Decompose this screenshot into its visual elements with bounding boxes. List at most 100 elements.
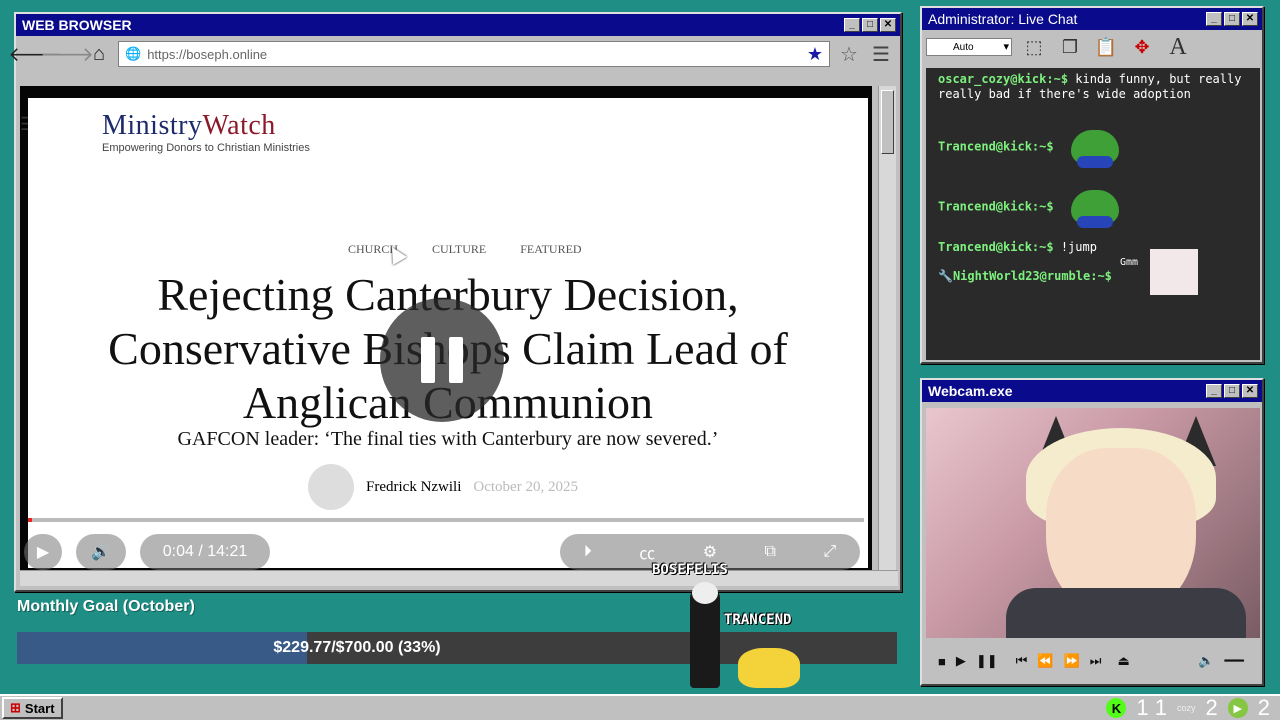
start-label: Start — [24, 700, 55, 716]
chat-message: oscar_cozy@kick:~$ kinda funny, but real… — [938, 72, 1248, 102]
media-controls: ■ ▶ ❚❚ ⏮ ⏪ ⏩ ⏭ ⏏ 🔈 ━━╸ — [926, 646, 1260, 676]
webcam-feed — [926, 408, 1260, 638]
author-name[interactable]: Fredrick Nzwili — [366, 479, 461, 496]
article-subheadline: GAFCON leader: ‘The final ties with Cant… — [177, 428, 719, 450]
maximize-button[interactable]: □ — [1224, 384, 1240, 398]
pepe-emote-icon — [1070, 190, 1119, 228]
eject-icon[interactable]: ⏏ — [1117, 653, 1129, 669]
pikachu-sprite — [738, 648, 800, 688]
scroll-thumb[interactable] — [881, 90, 894, 154]
font-select[interactable]: Auto — [926, 38, 1012, 56]
close-button[interactable]: ✕ — [1242, 384, 1258, 398]
category-featured[interactable]: FEATURED — [520, 242, 581, 257]
stop-icon[interactable]: ■ — [938, 654, 946, 669]
windows-logo-icon: ⊞ — [10, 700, 21, 715]
globe-icon: 🌐 — [125, 46, 142, 61]
article-date: October 20, 2025 — [473, 478, 578, 495]
chat-message: Trancend@kick:~$ — [938, 190, 1248, 228]
other-viewer-count: 2 — [1205, 695, 1218, 720]
start-button[interactable]: ⊞ Start — [2, 697, 63, 719]
chat-text: !jump — [1060, 240, 1097, 254]
home-icon[interactable]: ⌂ — [86, 41, 112, 67]
pepe-emote-icon — [1070, 130, 1119, 168]
video-time: 0:04 / 14:21 — [140, 534, 270, 570]
vertical-scrollbar[interactable] — [878, 86, 896, 570]
chat-message: Trancend@kick:~$ !jump — [938, 240, 1248, 255]
cat-emote-icon — [1150, 249, 1198, 295]
author-avatar — [308, 464, 354, 510]
video-frame[interactable]: MinistryWatch Empowering Donors to Chris… — [28, 98, 868, 568]
address-bar[interactable]: 🌐 https://boseph.online ★ — [118, 41, 830, 67]
site-logo[interactable]: MinistryWatch Empowering Donors to Chris… — [102, 110, 310, 154]
volume-slider[interactable]: ━━╸ — [1225, 653, 1248, 669]
skip-back-icon[interactable]: ⏮ — [1016, 653, 1028, 669]
category-culture[interactable]: CULTURE — [432, 242, 486, 257]
kick-viewer-count: 1 1 — [1136, 695, 1167, 720]
play-icon[interactable]: ▶ — [24, 534, 62, 570]
volume-icon[interactable]: 🔈 — [1198, 653, 1214, 669]
chat-username: Trancend@kick:~$ — [938, 139, 1054, 154]
taskbar: ⊞ Start K 1 1 cozy 2 ▶ 2 — [0, 694, 1280, 720]
url-text: https://boseph.online — [147, 46, 268, 62]
menu-icon[interactable]: ☰ — [868, 41, 894, 67]
settings-gear-icon[interactable]: ⚙ — [703, 542, 717, 562]
player-label-trancend: TRANCEND — [724, 612, 792, 628]
bookmark-star-icon[interactable]: ★ — [807, 44, 823, 65]
close-button[interactable]: ✕ — [880, 18, 896, 32]
font-icon[interactable]: A — [1164, 33, 1192, 61]
category-tags: CHURCH CULTURE FEATURED — [348, 242, 582, 257]
chat-message: 🔧NightWorld23@rumble:~$ Gmm — [938, 249, 1248, 295]
video-progress-fill — [28, 518, 33, 522]
webcam-titlebar[interactable]: Webcam.exe _ □ ✕ — [922, 380, 1262, 402]
browser-titlebar[interactable]: WEB BROWSER _ □ ✕ — [16, 14, 900, 36]
browser-title: WEB BROWSER — [22, 17, 132, 33]
browser-toolbar: 🡐 🡒 ⌂ 🌐 https://boseph.online ★ ☆ ☰ — [8, 36, 900, 72]
system-tray: K 1 1 cozy 2 ▶ 2 — [1106, 695, 1280, 720]
chat-username: NightWorld23@rumble:~$ — [952, 269, 1112, 283]
favorites-icon[interactable]: ☆ — [836, 41, 862, 67]
fullscreen-icon[interactable]: ⤢ — [823, 543, 836, 561]
fast-forward-icon[interactable]: ⏩ — [1064, 653, 1080, 669]
select-icon[interactable]: ⬚ — [1020, 33, 1048, 61]
volume-icon[interactable]: 🔊 — [76, 534, 126, 570]
maximize-button[interactable]: □ — [1224, 12, 1240, 26]
chat-username: oscar_cozy@kick:~$ — [938, 72, 1069, 86]
player-label-bosefelis: BOSEFELIS — [652, 562, 728, 578]
close-button[interactable]: ✕ — [1242, 12, 1258, 26]
forward-icon[interactable]: 🡒 — [40, 41, 94, 67]
chat-message: Trancend@kick:~$ — [938, 130, 1248, 168]
chat-username: Trancend@kick:~$ — [938, 240, 1054, 254]
pause-icon[interactable]: ❚❚ — [976, 653, 998, 669]
site-tagline: Empowering Donors to Christian Ministrie… — [102, 142, 310, 154]
byline: Fredrick Nzwili October 20, 2025 — [308, 464, 578, 510]
pause-icon[interactable] — [380, 298, 504, 422]
autoplay-toggle-icon[interactable]: ⏵ — [584, 543, 592, 561]
webcam-window: Webcam.exe _ □ ✕ ■ ▶ ❚❚ ⏮ ⏪ ⏩ ⏭ ⏏ 🔈 ━━╸ — [920, 378, 1264, 686]
site-logo-name: MinistryWatch — [102, 110, 276, 141]
copy-icon[interactable]: ❐ — [1056, 33, 1084, 61]
video-progress-bar[interactable] — [28, 518, 864, 522]
captions-icon[interactable]: ㏄ — [639, 540, 655, 564]
cozy-label: cozy — [1176, 703, 1196, 713]
move-icon[interactable]: ✥ — [1128, 33, 1156, 61]
minimize-button[interactable]: _ — [1206, 12, 1222, 26]
miniplayer-icon[interactable]: ⧉ — [765, 543, 776, 561]
horizontal-scrollbar[interactable] — [20, 570, 898, 586]
minimize-button[interactable]: _ — [844, 18, 860, 32]
play-icon[interactable]: ▶ — [956, 653, 966, 669]
chat-username: Trancend@kick:~$ — [938, 199, 1054, 214]
video-controls: ▶ 🔊 0:04 / 14:21 ⏵ ㏄ ⚙ ⧉ ⤢ — [24, 534, 864, 570]
maximize-button[interactable]: □ — [862, 18, 878, 32]
chat-titlebar[interactable]: Administrator: Live Chat _ □ ✕ — [922, 8, 1262, 30]
wrench-icon: 🔧 — [938, 269, 953, 283]
webcam-title: Webcam.exe — [928, 383, 1013, 399]
paste-icon[interactable]: 📋 — [1092, 33, 1120, 61]
pixel-character — [690, 582, 720, 688]
minimize-button[interactable]: _ — [1206, 384, 1222, 398]
rewind-icon[interactable]: ⏪ — [1037, 653, 1053, 669]
chat-toolbar: Auto ⬚ ❐ 📋 ✥ A — [922, 30, 1262, 64]
skip-forward-icon[interactable]: ⏭ — [1090, 653, 1102, 669]
rumble-viewer-count: 2 — [1257, 695, 1270, 720]
chat-window: Administrator: Live Chat _ □ ✕ Auto ⬚ ❐ … — [920, 6, 1264, 364]
kick-icon: K — [1106, 698, 1127, 718]
